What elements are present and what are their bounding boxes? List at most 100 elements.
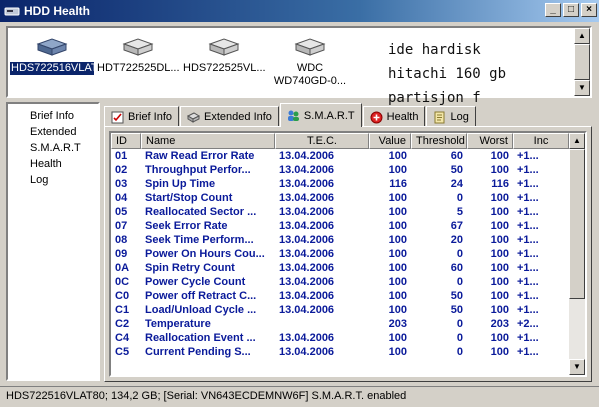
- device-item[interactable]: HDT722525DL...: [96, 32, 180, 75]
- sidebar-item-extended[interactable]: Extended: [8, 124, 98, 140]
- table-scrollbar[interactable]: ▲ ▼: [569, 133, 585, 375]
- cell-tec: 13.04.2006: [279, 346, 335, 358]
- cell-inc: +1...: [517, 304, 539, 316]
- cell-id: C4: [115, 332, 130, 344]
- cell-threshold: 24: [450, 178, 463, 190]
- table-row[interactable]: 01 Raw Read Error Rate 13.04.2006 100 60 100 +…: [111, 149, 569, 163]
- tab-brief-info[interactable]: Brief Info: [104, 106, 180, 127]
- device-item[interactable]: HDS722525VL...: [182, 32, 266, 75]
- title-bar: HDD Health _ □ ×: [0, 0, 599, 22]
- hard-drive-icon: [122, 38, 154, 56]
- cell-value: 100: [388, 192, 407, 204]
- cell-id: 0A: [115, 262, 130, 274]
- cell-worst: 100: [490, 192, 509, 204]
- cell-worst: 100: [490, 262, 509, 274]
- sidebar-item-brief-info[interactable]: Brief Info: [8, 108, 98, 124]
- column-header-inc[interactable]: Inc: [513, 133, 569, 149]
- smart-panel: ID Name T.E.C. Value Threshold Worst Inc…: [104, 126, 592, 382]
- maximize-button[interactable]: □: [563, 3, 579, 17]
- cell-id: 07: [115, 220, 128, 232]
- table-row[interactable]: 03 Spin Up Time 13.04.2006 116 24 116 +1...: [111, 177, 569, 191]
- cell-value: 100: [388, 220, 407, 232]
- scroll-up-button[interactable]: ▲: [569, 133, 585, 149]
- cell-tec: [275, 317, 369, 331]
- tab-log[interactable]: Log: [426, 106, 476, 127]
- table-row[interactable]: C5 Current Pending S... 13.04.2006 100 0 100 +…: [111, 345, 569, 359]
- close-button[interactable]: ×: [581, 3, 597, 17]
- cell-inc: +1...: [517, 276, 539, 288]
- column-header-value[interactable]: Value: [369, 133, 411, 149]
- health-icon: [370, 111, 383, 123]
- cell-worst: 100: [490, 220, 509, 232]
- cell-inc: +1...: [517, 346, 539, 358]
- cell-tec: 13.04.2006: [279, 178, 335, 190]
- scroll-thumb[interactable]: [569, 149, 585, 299]
- cell-name: Temperature: [145, 318, 211, 330]
- table-row[interactable]: 0A Spin Retry Count 13.04.2006 100 60 100 +1..…: [111, 261, 569, 275]
- device-item[interactable]: WDC WD740GD-0...: [268, 32, 352, 88]
- column-header-name[interactable]: Name: [141, 133, 275, 149]
- table-row[interactable]: C4 Reallocation Event ... 13.04.2006 100 0 10…: [111, 331, 569, 345]
- column-header-id[interactable]: ID: [111, 133, 141, 149]
- cell-threshold: 50: [450, 304, 463, 316]
- cell-threshold: 0: [456, 346, 463, 358]
- table-row[interactable]: 07 Seek Error Rate 13.04.2006 100 67 100 +1...: [111, 219, 569, 233]
- cell-threshold: 0: [456, 248, 463, 260]
- cell-value: 116: [389, 178, 407, 190]
- table-row[interactable]: C0 Power off Retract C... 13.04.2006 100 50 1…: [111, 289, 569, 303]
- minimize-button[interactable]: _: [545, 3, 561, 17]
- device-label: HDS722525VL...: [183, 62, 266, 74]
- cell-value: 100: [388, 262, 407, 274]
- cell-id: C0: [115, 290, 130, 302]
- table-row[interactable]: 09 Power On Hours Cou... 13.04.2006 100 0 100…: [111, 247, 569, 261]
- cell-id: 0C: [115, 276, 130, 288]
- cell-name: Reallocated Sector ...: [145, 206, 257, 218]
- scroll-down-button[interactable]: ▼: [569, 359, 585, 375]
- table-row[interactable]: C1 Load/Unload Cycle ... 13.04.2006 100 50 10…: [111, 303, 569, 317]
- scroll-thumb[interactable]: [574, 44, 590, 80]
- cell-value: 100: [388, 276, 407, 288]
- cell-tec: 13.04.2006: [279, 332, 335, 344]
- scroll-up-button[interactable]: ▲: [574, 28, 590, 44]
- cell-inc: +1...: [517, 164, 539, 176]
- column-header-threshold[interactable]: Threshold: [411, 133, 467, 149]
- cell-threshold: 20: [450, 234, 463, 246]
- cell-id: C5: [115, 346, 130, 358]
- cell-worst: 100: [490, 248, 509, 260]
- cell-value: 100: [388, 248, 407, 260]
- cell-value: 100: [388, 150, 407, 162]
- cell-name: Spin Up Time: [145, 178, 216, 190]
- table-row[interactable]: 05 Reallocated Sector ... 13.04.2006 100 5 10…: [111, 205, 569, 219]
- status-bar: HDS722516VLAT80; 134,2 GB; [Serial: VN64…: [0, 386, 599, 407]
- sidebar-item-log[interactable]: Log: [8, 172, 98, 188]
- scroll-down-button[interactable]: ▼: [574, 80, 590, 96]
- tab-smart[interactable]: S.M.A.R.T: [279, 103, 362, 127]
- hard-drive-icon: [294, 38, 326, 56]
- cell-worst: 100: [490, 150, 509, 162]
- table-row[interactable]: 04 Start/Stop Count 13.04.2006 100 0 100 +1...: [111, 191, 569, 205]
- sidebar-item-smart[interactable]: S.M.A.R.T: [8, 140, 98, 156]
- cell-name: Start/Stop Count: [145, 192, 233, 204]
- sidebar-item-health[interactable]: Health: [8, 156, 98, 172]
- cell-name: Reallocation Event ...: [145, 332, 256, 344]
- device-list-scrollbar[interactable]: ▲ ▼: [574, 28, 590, 96]
- table-body: 01 Raw Read Error Rate 13.04.2006 100 60 100 +…: [111, 149, 569, 359]
- table-row[interactable]: 0C Power Cycle Count 13.04.2006 100 0 100 +1..…: [111, 275, 569, 289]
- table-row[interactable]: 08 Seek Time Perform... 13.04.2006 100 20 100…: [111, 233, 569, 247]
- cell-inc: +1...: [517, 178, 539, 190]
- column-header-tec[interactable]: T.E.C.: [275, 133, 369, 149]
- cell-name: Power Cycle Count: [145, 276, 246, 288]
- column-header-worst[interactable]: Worst: [467, 133, 513, 149]
- cell-threshold: 60: [450, 262, 463, 274]
- cell-inc: +1...: [517, 192, 539, 204]
- table-row[interactable]: C2 Temperature 203 0 203 +2...: [111, 317, 569, 331]
- table-row[interactable]: 02 Throughput Perfor... 13.04.2006 100 50 100…: [111, 163, 569, 177]
- cell-value: 100: [388, 346, 407, 358]
- cell-threshold: 50: [450, 290, 463, 302]
- cell-worst: 100: [490, 234, 509, 246]
- tab-extended-info[interactable]: Extended Info: [180, 106, 279, 127]
- cell-worst: 116: [491, 178, 509, 190]
- device-item[interactable]: HDS722516VLAT80: [10, 32, 110, 75]
- cell-id: C2: [115, 318, 130, 330]
- tab-health[interactable]: Health: [362, 106, 426, 127]
